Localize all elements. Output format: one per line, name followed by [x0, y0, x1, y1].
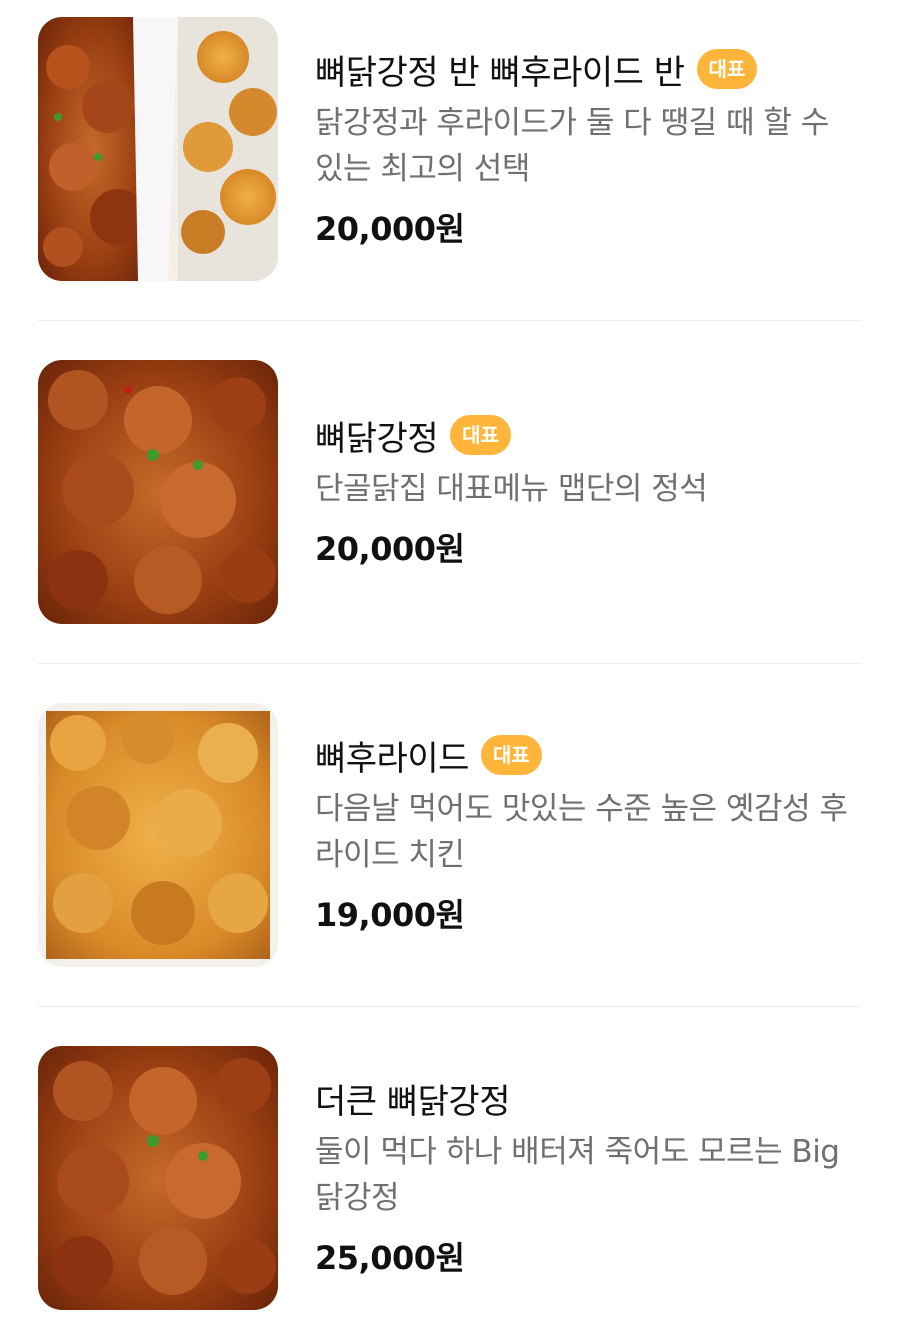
menu-name: 뼈닭강정 반 뼈후라이드 반	[315, 52, 685, 93]
big-sweet-spicy-chicken-photo	[38, 1046, 278, 1310]
menu-info: 더큰 뼈닭강정 둘이 먹다 하나 배터져 죽어도 모르는 Big닭강정 25,0…	[315, 1073, 861, 1279]
menu-price: 19,000원	[315, 896, 465, 934]
divider	[38, 320, 861, 321]
title-row: 더큰 뼈닭강정	[315, 1073, 861, 1123]
menu-item[interactable]: 뼈닭강정 대표 단골닭집 대표메뉴 맵단의 정석 20,000원	[0, 343, 899, 643]
menu-info: 뼈닭강정 대표 단골닭집 대표메뉴 맵단의 정석 20,000원	[315, 410, 861, 570]
menu-item[interactable]: 뼈닭강정 반 뼈후라이드 반 대표 닭강정과 후라이드가 둘 다 땡길 때 할 …	[0, 0, 899, 300]
menu-price: 25,000원	[315, 1239, 465, 1277]
menu-name: 뼈닭강정	[315, 418, 439, 459]
menu-description: 단골닭집 대표메뉴 맵단의 정석	[315, 471, 708, 507]
half-and-half-chicken-photo	[38, 17, 278, 281]
divider	[38, 663, 861, 664]
menu-description: 닭강정과 후라이드가 둘 다 땡길 때 할 수 있는 최고의 선택	[315, 105, 829, 187]
menu-info: 뼈후라이드 대표 다음날 먹어도 맛있는 수준 높은 옛감성 후라이드 치킨 1…	[315, 730, 861, 936]
menu-item[interactable]: 더큰 뼈닭강정 둘이 먹다 하나 배터져 죽어도 모르는 Big닭강정 25,0…	[0, 1029, 899, 1329]
menu-name: 뼈후라이드	[315, 738, 469, 779]
title-row: 뼈닭강정 반 뼈후라이드 반 대표	[315, 44, 861, 94]
fried-chicken-photo	[38, 703, 278, 967]
menu-description: 다음날 먹어도 맛있는 수준 높은 옛감성 후라이드 치킨	[315, 791, 848, 873]
menu-info: 뼈닭강정 반 뼈후라이드 반 대표 닭강정과 후라이드가 둘 다 땡길 때 할 …	[315, 44, 861, 250]
signature-badge: 대표	[480, 735, 542, 775]
signature-badge: 대표	[450, 415, 511, 455]
sweet-spicy-chicken-photo	[38, 360, 278, 624]
menu-list: 뼈닭강정 반 뼈후라이드 반 대표 닭강정과 후라이드가 둘 다 땡길 때 할 …	[0, 0, 899, 1324]
divider	[38, 1006, 861, 1007]
menu-price: 20,000원	[315, 210, 465, 248]
menu-name: 더큰 뼈닭강정	[315, 1081, 511, 1122]
menu-item[interactable]: 뼈후라이드 대표 다음날 먹어도 맛있는 수준 높은 옛감성 후라이드 치킨 1…	[0, 686, 899, 986]
menu-price: 20,000원	[315, 530, 465, 568]
title-row: 뼈닭강정 대표	[315, 410, 861, 460]
title-row: 뼈후라이드 대표	[315, 730, 861, 780]
signature-badge: 대표	[696, 49, 758, 89]
menu-description: 둘이 먹다 하나 배터져 죽어도 모르는 Big닭강정	[315, 1134, 840, 1216]
